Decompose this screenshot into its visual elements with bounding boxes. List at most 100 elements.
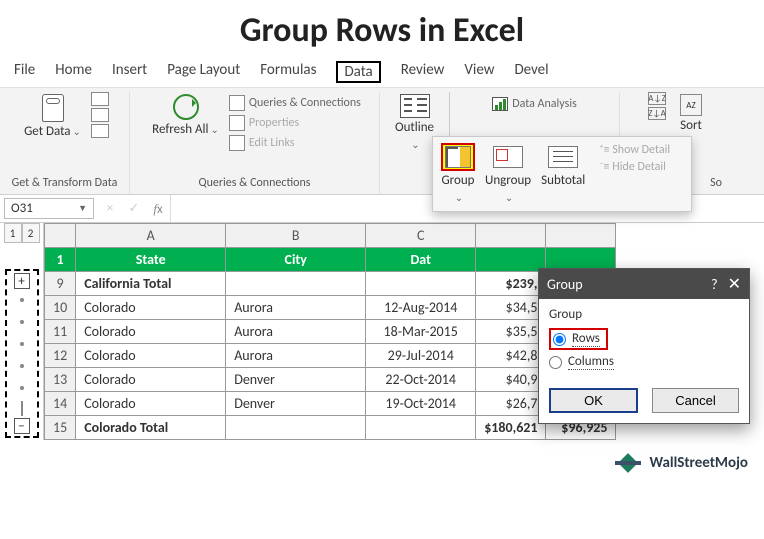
outline-level-2[interactable]: 2 <box>22 223 40 243</box>
col-header-c[interactable]: C <box>366 224 476 248</box>
row-header[interactable]: 10 <box>45 296 76 320</box>
rows-radio-highlight: Rows <box>549 328 608 350</box>
cancel-formula-icon[interactable]: × <box>98 201 122 216</box>
outline-controls-highlight: + − <box>5 269 39 438</box>
get-data-button[interactable]: Get Data <box>20 92 85 141</box>
tab-file[interactable]: File <box>14 61 35 83</box>
cell[interactable] <box>226 416 366 440</box>
cell[interactable] <box>226 272 366 296</box>
database-icon <box>42 94 64 122</box>
col-header-a[interactable]: A <box>76 224 226 248</box>
cell[interactable]: 22-Oct-2014 <box>366 368 476 392</box>
header-date: Dat <box>366 248 476 272</box>
group-label-queries: Queries & Connections <box>199 174 311 194</box>
select-all-cell[interactable] <box>45 224 76 248</box>
cell[interactable]: $42,8 <box>476 344 546 368</box>
row-header-1[interactable]: 1 <box>45 248 76 272</box>
outline-collapse-button[interactable]: − <box>14 418 30 434</box>
ungroup-button[interactable]: Ungroup <box>485 143 531 205</box>
rows-radio[interactable] <box>553 333 566 346</box>
cell[interactable]: Colorado Total <box>76 416 226 440</box>
properties-button[interactable]: Properties <box>229 114 361 132</box>
cell[interactable]: $35,5 <box>476 320 546 344</box>
dialog-title: Group <box>547 276 701 293</box>
tab-insert[interactable]: Insert <box>112 61 147 83</box>
outline-expand-button[interactable]: + <box>14 273 30 289</box>
dialog-help-button[interactable]: ? <box>711 276 718 293</box>
cell[interactable]: Colorado <box>76 392 226 416</box>
columns-radio[interactable] <box>549 356 562 369</box>
cell[interactable] <box>366 272 476 296</box>
from-table-icon[interactable] <box>91 124 109 138</box>
cell[interactable]: $239, <box>476 272 546 296</box>
tab-page-layout[interactable]: Page Layout <box>167 61 240 83</box>
cell[interactable]: Aurora <box>226 344 366 368</box>
tab-home[interactable]: Home <box>55 61 92 83</box>
cell[interactable]: Denver <box>226 368 366 392</box>
tab-data[interactable]: Data <box>336 61 380 83</box>
cell[interactable]: $34,5 <box>476 296 546 320</box>
group-dialog: Group ? ✕ Group Rows Columns OK Cancel <box>538 268 750 424</box>
ungroup-icon <box>493 146 523 168</box>
cell[interactable]: 18-Mar-2015 <box>366 320 476 344</box>
cell[interactable]: 12-Aug-2014 <box>366 296 476 320</box>
outline-dropdown-button[interactable]: Outline <box>391 92 438 154</box>
chart-icon <box>492 97 508 111</box>
cell[interactable]: Colorado <box>76 344 226 368</box>
cell[interactable]: 19-Oct-2014 <box>366 392 476 416</box>
subtotal-icon <box>548 146 578 168</box>
cell[interactable]: Colorado <box>76 368 226 392</box>
show-detail-button[interactable]: Show Detail <box>599 143 670 157</box>
cell[interactable]: California Total <box>76 272 226 296</box>
queries-connections-button[interactable]: Queries & Connections <box>229 94 361 112</box>
sort-button[interactable]: AZ Sort <box>676 92 706 135</box>
ribbon-tabs: File Home Insert Page Layout Formulas Da… <box>0 57 764 87</box>
group-button[interactable]: Group <box>441 143 475 205</box>
refresh-all-button[interactable]: Refresh All <box>148 92 223 139</box>
row-header[interactable]: 12 <box>45 344 76 368</box>
tab-formulas[interactable]: Formulas <box>260 61 316 83</box>
cell[interactable]: Denver <box>226 392 366 416</box>
cell[interactable]: $180,621 <box>476 416 546 440</box>
get-data-aux <box>91 92 109 138</box>
dialog-close-button[interactable]: ✕ <box>728 274 741 294</box>
group-label-get-transform: Get & Transform Data <box>12 174 118 194</box>
cell[interactable]: $40,9 <box>476 368 546 392</box>
enter-formula-icon[interactable]: ✓ <box>122 201 146 216</box>
cell[interactable]: Colorado <box>76 296 226 320</box>
outline-level-1[interactable]: 1 <box>4 223 22 243</box>
hide-detail-button[interactable]: Hide Detail <box>599 160 670 174</box>
cancel-button[interactable]: Cancel <box>652 388 739 413</box>
row-header[interactable]: 15 <box>45 416 76 440</box>
edit-links-button[interactable]: Edit Links <box>229 134 361 152</box>
cell[interactable]: Aurora <box>226 320 366 344</box>
row-header[interactable]: 13 <box>45 368 76 392</box>
from-web-icon[interactable] <box>91 108 109 122</box>
tab-developer[interactable]: Devel <box>514 61 548 83</box>
subtotal-button[interactable]: Subtotal <box>541 143 585 188</box>
ok-button[interactable]: OK <box>549 388 638 413</box>
tab-review[interactable]: Review <box>401 61 445 83</box>
col-header-b[interactable]: B <box>226 224 366 248</box>
worksheet-grid[interactable]: A B C 1 State City Dat 9 California Tota… <box>44 223 616 440</box>
cell[interactable]: Aurora <box>226 296 366 320</box>
page-title: Group Rows in Excel <box>0 0 764 57</box>
sort-za-icon: Z↓A <box>648 107 666 120</box>
sort-ascending-button[interactable]: A↓Z Z↓A <box>644 92 670 120</box>
row-header[interactable]: 14 <box>45 392 76 416</box>
cell[interactable]: $26,7 <box>476 392 546 416</box>
cell[interactable] <box>366 416 476 440</box>
row-header[interactable]: 11 <box>45 320 76 344</box>
outline-column: 1 2 + − <box>0 223 44 440</box>
row-header[interactable]: 9 <box>45 272 76 296</box>
tab-view[interactable]: View <box>464 61 494 83</box>
data-analysis-button[interactable]: Data Analysis <box>492 96 577 112</box>
fx-button[interactable]: fx <box>146 201 170 217</box>
group-get-transform: Get Data Get & Transform Data <box>0 92 130 194</box>
columns-radio-label: Columns <box>568 354 614 370</box>
cell[interactable]: Colorado <box>76 320 226 344</box>
cell[interactable]: 29-Jul-2014 <box>366 344 476 368</box>
from-text-icon[interactable] <box>91 92 109 106</box>
name-box[interactable]: O31▼ <box>4 198 94 219</box>
outline-icon <box>400 94 430 118</box>
